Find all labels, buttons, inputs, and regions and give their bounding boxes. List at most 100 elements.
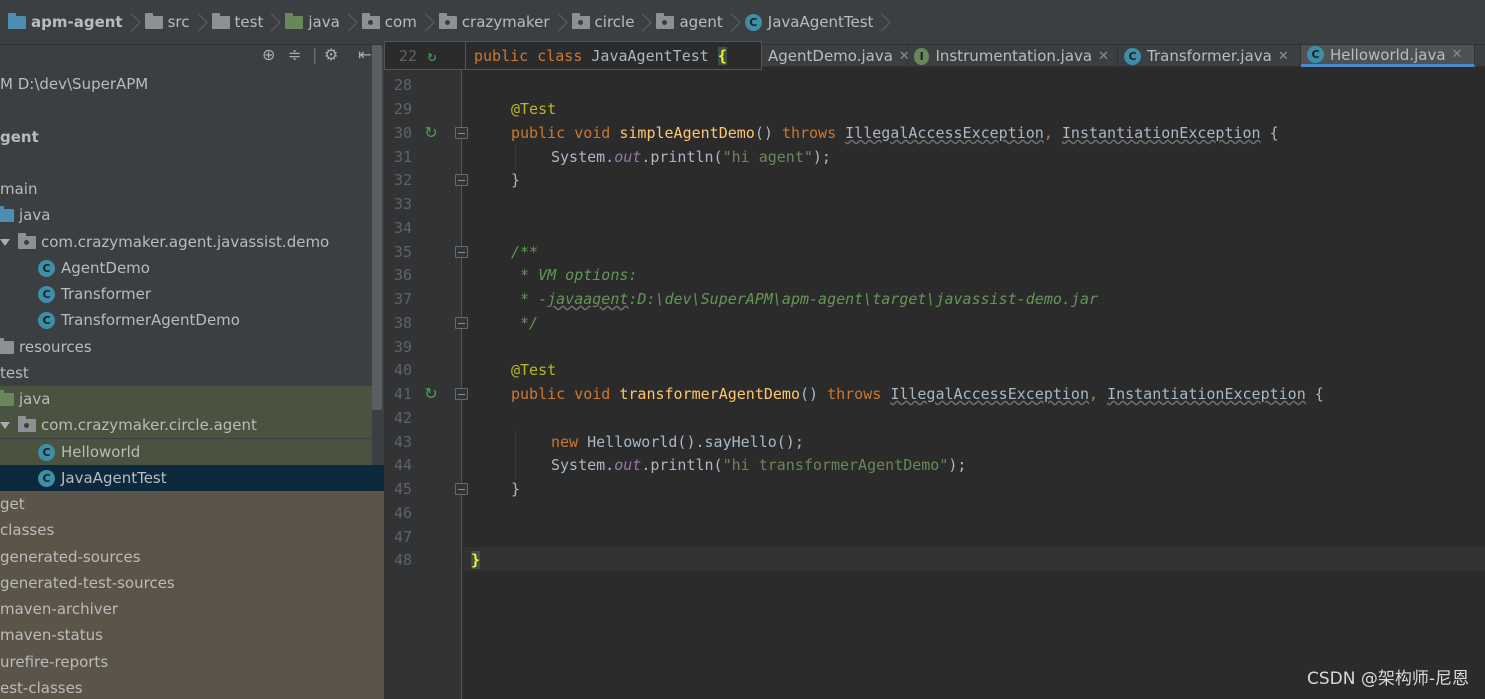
collapse-all-icon[interactable]: ≑ <box>288 45 301 65</box>
tab-helloworld[interactable]: C Helloworld.java ✕ <box>1301 45 1475 67</box>
fold-icon[interactable] <box>455 483 468 495</box>
tree-item-folder[interactable]: maven-archiver <box>0 596 372 622</box>
class-icon: C <box>38 443 55 461</box>
tree-item-folder[interactable]: est-classes <box>0 675 372 699</box>
code-line: */ <box>511 314 539 332</box>
line-number: 41 <box>393 385 412 403</box>
line-number: 31 <box>393 148 412 166</box>
line-number: 33 <box>393 195 412 213</box>
tab-transformer[interactable]: C Transformer.java ✕ <box>1118 45 1301 67</box>
class-icon: C <box>38 285 55 303</box>
breadcrumb-module[interactable]: apm-agent <box>4 0 127 45</box>
breadcrumb-separator <box>423 10 431 34</box>
breadcrumb-separator <box>346 10 354 34</box>
breadcrumb-crazymaker[interactable]: crazymaker <box>435 0 554 45</box>
gear-icon[interactable]: ⚙ <box>324 45 338 65</box>
tree-item-class[interactable]: C AgentDemo <box>0 255 372 281</box>
class-icon: C <box>1307 46 1324 63</box>
tree-item-folder[interactable]: classes <box>0 517 372 543</box>
test-source-folder-icon <box>285 12 304 29</box>
breadcrumb-java[interactable]: java <box>281 0 343 45</box>
tree-item-resources[interactable]: resources <box>0 334 372 360</box>
breadcrumb-src[interactable]: src <box>141 0 194 45</box>
line-number: 48 <box>393 551 412 569</box>
fold-icon[interactable] <box>455 388 468 400</box>
tab-instrumentation[interactable]: I Instrumentation.java ✕ <box>908 45 1118 67</box>
line-number: 28 <box>393 76 412 94</box>
package-icon <box>18 415 36 432</box>
tree-item-test-package[interactable]: com.crazymaker.circle.agent <box>0 412 372 438</box>
tree-item-class[interactable]: C Transformer <box>0 281 372 307</box>
package-icon <box>656 12 675 29</box>
breadcrumb-agent[interactable]: agent <box>652 0 726 45</box>
breadcrumb-separator <box>729 10 737 34</box>
code-line: @Test <box>511 100 557 118</box>
breadcrumb-separator <box>196 10 204 34</box>
line-number: 37 <box>393 290 412 308</box>
tree-item-class[interactable]: C Helloworld <box>0 439 372 465</box>
run-test-icon[interactable]: ↻ <box>417 47 447 65</box>
tree-item-class-selected[interactable]: C JavaAgentTest <box>0 465 384 491</box>
class-icon: C <box>38 259 55 277</box>
breadcrumb-circle[interactable]: circle <box>568 0 639 45</box>
tree-item-target[interactable]: get <box>0 491 372 517</box>
expand-arrow-icon[interactable] <box>0 238 10 246</box>
code-line: new Helloworld().sayHello(); <box>551 433 804 451</box>
folder-icon <box>144 12 163 29</box>
tree-item-test-java[interactable]: java <box>0 386 372 412</box>
breadcrumb-test[interactable]: test <box>208 0 268 45</box>
breadcrumb-com[interactable]: com <box>358 0 421 45</box>
breadcrumb-separator <box>269 10 277 34</box>
code-line: System.out.println("hi agent"); <box>551 148 831 166</box>
tree-item-package[interactable]: com.crazymaker.agent.javassist.demo <box>0 229 372 255</box>
run-test-icon[interactable]: ↻ <box>421 382 441 405</box>
breadcrumb-separator <box>129 10 137 34</box>
code-line: * -javaagent:D:\dev\SuperAPM\apm-agent\t… <box>511 290 1099 308</box>
module-icon <box>8 12 26 29</box>
close-icon[interactable]: ✕ <box>1452 47 1463 62</box>
line-number: 42 <box>393 409 412 427</box>
code-line: } <box>511 480 521 498</box>
breadcrumb-separator <box>556 10 564 34</box>
breadcrumb-class[interactable]: C JavaAgentTest <box>741 0 878 45</box>
project-scrollbar[interactable] <box>372 45 382 410</box>
line-number: 44 <box>393 456 412 474</box>
package-icon <box>361 12 380 29</box>
locate-icon[interactable]: ⊕ <box>262 45 275 65</box>
fold-icon[interactable] <box>455 127 468 139</box>
tree-item-folder[interactable]: generated-sources <box>0 544 372 570</box>
tree-item-class[interactable]: C TransformerAgentDemo <box>0 307 372 333</box>
fold-icon[interactable] <box>455 317 468 329</box>
package-icon <box>438 12 457 29</box>
sticky-class-header[interactable]: 22 ↻ public class JavaAgentTest { <box>384 41 762 70</box>
tree-item-main-java[interactable]: java <box>0 202 372 228</box>
expand-arrow-icon[interactable] <box>0 421 10 429</box>
package-icon <box>571 12 590 29</box>
class-icon: C <box>38 311 55 329</box>
line-number: 35 <box>393 243 412 261</box>
run-test-icon[interactable]: ↻ <box>421 121 441 144</box>
close-icon[interactable]: ✕ <box>1278 49 1289 64</box>
tree-item-folder[interactable]: urefire-reports <box>0 649 372 675</box>
line-number: 45 <box>393 480 412 498</box>
fold-icon[interactable] <box>455 174 468 186</box>
project-tool-window: ⊕ ≑ | ⚙ ⇤ M D:\dev\SuperAPM gent main ja… <box>0 45 384 699</box>
hide-panel-icon[interactable]: ⇤ <box>358 45 371 65</box>
tree-item-test[interactable]: test <box>0 360 372 386</box>
class-icon: C <box>1124 47 1141 65</box>
code-line: @Test <box>511 361 557 379</box>
breadcrumb-separator <box>879 10 887 34</box>
tree-item-module[interactable]: gent <box>0 124 372 150</box>
tree-item-folder[interactable]: maven-status <box>0 622 372 648</box>
toolbar-divider: | <box>312 45 318 64</box>
fold-icon[interactable] <box>455 246 468 258</box>
tree-item-folder[interactable]: generated-test-sources <box>0 570 372 596</box>
tree-item-main[interactable]: main <box>0 176 372 202</box>
test-source-folder-icon <box>0 389 14 406</box>
tab-agentdemo[interactable]: AgentDemo.java ✕ <box>762 45 910 67</box>
line-number: 38 <box>393 314 412 332</box>
navigation-bar: apm-agent src test java com crazymaker c… <box>0 0 1485 45</box>
close-icon[interactable]: ✕ <box>1098 49 1109 64</box>
tree-item-root[interactable]: M D:\dev\SuperAPM <box>0 71 372 97</box>
code-line: /** <box>511 243 539 261</box>
